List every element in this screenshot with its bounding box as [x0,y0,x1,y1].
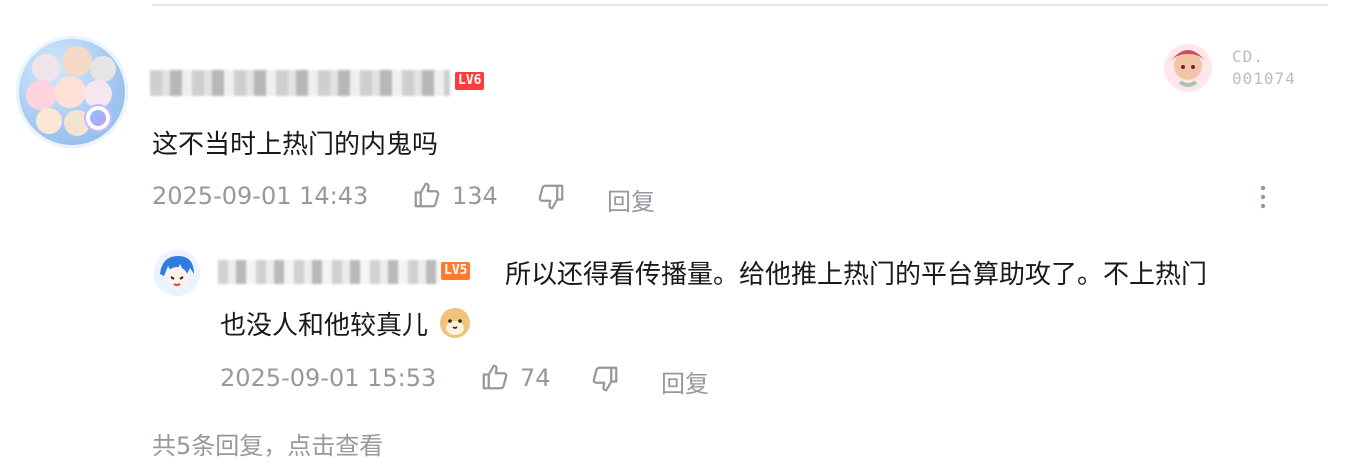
reply-like-icon[interactable] [480,362,510,392]
reply-like-count: 74 [520,364,551,392]
reply-username-blurred[interactable] [218,260,440,284]
username-blurred[interactable] [150,70,450,96]
reply-avatar[interactable] [154,250,200,296]
comment-timestamp: 2025-09-01 14:43 [152,182,369,210]
reply-text-line1: 所以还得看传播量。给他推上热门的平台算助攻了。不上热门 [505,260,1208,290]
view-more-replies-link[interactable]: 共5条回复，点击查看 [152,426,383,461]
dislike-icon[interactable] [536,182,566,212]
more-vertical-icon[interactable] [1258,182,1268,212]
decor-card-icon [1160,40,1216,96]
reply-text-line2: 也没人和他较真儿 [220,306,472,345]
reply-reply-button[interactable]: 回复 [661,364,709,399]
reply-dislike-icon[interactable] [590,364,620,394]
reply-timestamp: 2025-09-01 15:53 [220,364,437,392]
reply-text-line2-content: 也没人和他较真儿 [220,311,429,341]
top-divider [152,4,1328,6]
avatar-badge-icon [84,104,112,132]
avatar[interactable] [16,36,128,148]
reply-level-badge: LV5 [441,262,471,280]
reply-button[interactable]: 回复 [607,182,655,217]
comment-text: 这不当时上热门的内鬼吗 [152,130,439,160]
doge-emoji-icon [438,306,472,340]
level-badge: LV6 [455,72,485,90]
like-icon[interactable] [412,180,442,210]
decor-card-number: CD. 001074 [1232,47,1296,88]
like-count: 134 [452,182,498,210]
